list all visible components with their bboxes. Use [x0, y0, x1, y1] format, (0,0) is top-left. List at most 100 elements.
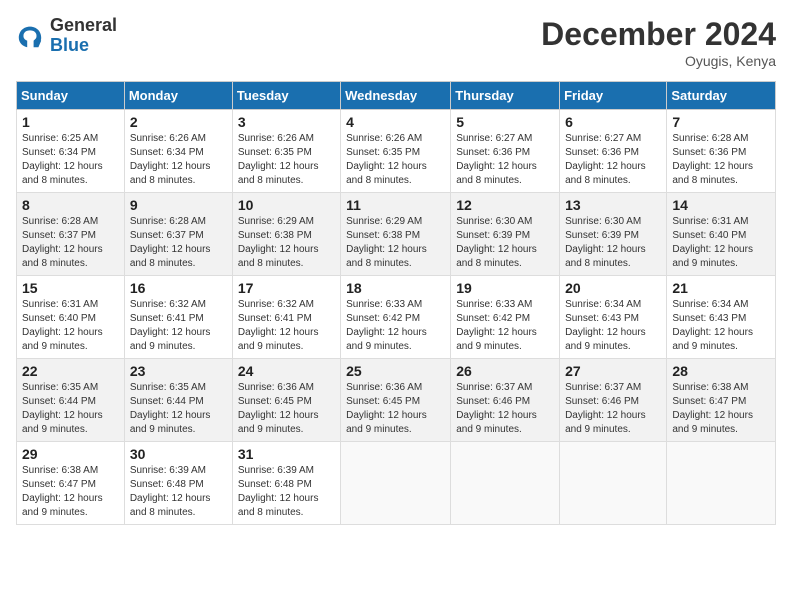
calendar-day-cell: 28 Sunrise: 6:38 AMSunset: 6:47 PMDayligh…: [667, 359, 776, 442]
calendar-day-cell: 1Sunrise: 6:25 AMSunset: 6:34 PMDaylight…: [17, 110, 125, 193]
day-info: Sunrise: 6:26 AMSunset: 6:35 PMDaylight:…: [346, 132, 445, 188]
day-info: Sunrise: 6:28 AMSunset: 6:37 PMDaylight:…: [130, 215, 227, 271]
calendar-day-cell: 2 Sunrise: 6:26 AMSunset: 6:34 PMDaylight…: [124, 110, 232, 193]
day-number: 14: [672, 197, 770, 213]
calendar-header-saturday: Saturday: [667, 82, 776, 110]
calendar-header-row: SundayMondayTuesdayWednesdayThursdayFrid…: [17, 82, 776, 110]
day-number: 26: [456, 363, 554, 379]
day-number: 24: [238, 363, 335, 379]
calendar-day-cell: 17Sunrise: 6:32 AMSunset: 6:41 PMDayligh…: [232, 276, 340, 359]
calendar-day-cell: 3 Sunrise: 6:26 AMSunset: 6:35 PMDaylight…: [232, 110, 340, 193]
calendar-week-row: 22Sunrise: 6:35 AMSunset: 6:44 PMDayligh…: [17, 359, 776, 442]
logo-icon: [16, 22, 44, 50]
day-number: 4: [346, 114, 445, 130]
day-number: 15: [22, 280, 119, 296]
day-info: Sunrise: 6:31 AMSunset: 6:40 PMDaylight:…: [672, 215, 770, 271]
calendar-day-cell: 16 Sunrise: 6:32 AMSunset: 6:41 PMDayligh…: [124, 276, 232, 359]
calendar-day-cell: 14 Sunrise: 6:31 AMSunset: 6:40 PMDayligh…: [667, 193, 776, 276]
location: Oyugis, Kenya: [541, 53, 776, 69]
day-number: 27: [565, 363, 661, 379]
day-number: 5: [456, 114, 554, 130]
day-number: 11: [346, 197, 445, 213]
day-info: Sunrise: 6:36 AMSunset: 6:45 PMDaylight:…: [346, 381, 445, 437]
calendar-day-cell: 8 Sunrise: 6:28 AMSunset: 6:37 PMDaylight…: [17, 193, 125, 276]
day-info: Sunrise: 6:33 AMSunset: 6:42 PMDaylight:…: [456, 298, 554, 354]
calendar-day-cell: [667, 442, 776, 525]
calendar-day-cell: 13 Sunrise: 6:30 AMSunset: 6:39 PMDayligh…: [560, 193, 667, 276]
calendar-day-cell: 20 Sunrise: 6:34 AMSunset: 6:43 PMDayligh…: [560, 276, 667, 359]
day-number: 21: [672, 280, 770, 296]
calendar-day-cell: 18 Sunrise: 6:33 AMSunset: 6:42 PMDayligh…: [341, 276, 451, 359]
calendar-day-cell: 4 Sunrise: 6:26 AMSunset: 6:35 PMDaylight…: [341, 110, 451, 193]
calendar-week-row: 1Sunrise: 6:25 AMSunset: 6:34 PMDaylight…: [17, 110, 776, 193]
calendar-header-wednesday: Wednesday: [341, 82, 451, 110]
calendar-header-thursday: Thursday: [451, 82, 560, 110]
day-info: Sunrise: 6:32 AMSunset: 6:41 PMDaylight:…: [130, 298, 227, 354]
day-number: 9: [130, 197, 227, 213]
day-info: Sunrise: 6:30 AMSunset: 6:39 PMDaylight:…: [565, 215, 661, 271]
calendar-day-cell: 6 Sunrise: 6:27 AMSunset: 6:36 PMDaylight…: [560, 110, 667, 193]
day-info: Sunrise: 6:31 AMSunset: 6:40 PMDaylight:…: [22, 298, 119, 354]
day-info: Sunrise: 6:35 AMSunset: 6:44 PMDaylight:…: [22, 381, 119, 437]
calendar-header-friday: Friday: [560, 82, 667, 110]
calendar-day-cell: 12Sunrise: 6:30 AMSunset: 6:39 PMDayligh…: [451, 193, 560, 276]
day-info: Sunrise: 6:32 AMSunset: 6:41 PMDaylight:…: [238, 298, 335, 354]
day-info: Sunrise: 6:36 AMSunset: 6:45 PMDaylight:…: [238, 381, 335, 437]
day-number: 23: [130, 363, 227, 379]
page-header: General Blue December 2024 Oyugis, Kenya: [16, 16, 776, 69]
calendar-table: SundayMondayTuesdayWednesdayThursdayFrid…: [16, 81, 776, 525]
day-number: 20: [565, 280, 661, 296]
calendar-day-cell: 31Sunrise: 6:39 AMSunset: 6:48 PMDayligh…: [232, 442, 340, 525]
calendar-day-cell: 22Sunrise: 6:35 AMSunset: 6:44 PMDayligh…: [17, 359, 125, 442]
day-info: Sunrise: 6:28 AMSunset: 6:36 PMDaylight:…: [672, 132, 770, 188]
calendar-day-cell: 23 Sunrise: 6:35 AMSunset: 6:44 PMDayligh…: [124, 359, 232, 442]
logo-text: General Blue: [50, 16, 117, 56]
day-number: 2: [130, 114, 227, 130]
calendar-day-cell: 26Sunrise: 6:37 AMSunset: 6:46 PMDayligh…: [451, 359, 560, 442]
calendar-day-cell: 5 Sunrise: 6:27 AMSunset: 6:36 PMDaylight…: [451, 110, 560, 193]
day-number: 31: [238, 446, 335, 462]
day-number: 6: [565, 114, 661, 130]
calendar-day-cell: 30 Sunrise: 6:39 AMSunset: 6:48 PMDayligh…: [124, 442, 232, 525]
calendar-day-cell: 25 Sunrise: 6:36 AMSunset: 6:45 PMDayligh…: [341, 359, 451, 442]
day-number: 19: [456, 280, 554, 296]
calendar-day-cell: 10Sunrise: 6:29 AMSunset: 6:38 PMDayligh…: [232, 193, 340, 276]
calendar-header-sunday: Sunday: [17, 82, 125, 110]
day-info: Sunrise: 6:37 AMSunset: 6:46 PMDaylight:…: [565, 381, 661, 437]
day-number: 18: [346, 280, 445, 296]
day-number: 3: [238, 114, 335, 130]
day-info: Sunrise: 6:28 AMSunset: 6:37 PMDaylight:…: [22, 215, 119, 271]
calendar-day-cell: 29Sunrise: 6:38 AMSunset: 6:47 PMDayligh…: [17, 442, 125, 525]
day-info: Sunrise: 6:39 AMSunset: 6:48 PMDaylight:…: [130, 464, 227, 520]
day-info: Sunrise: 6:35 AMSunset: 6:44 PMDaylight:…: [130, 381, 227, 437]
day-info: Sunrise: 6:33 AMSunset: 6:42 PMDaylight:…: [346, 298, 445, 354]
day-number: 13: [565, 197, 661, 213]
title-block: December 2024 Oyugis, Kenya: [541, 16, 776, 69]
calendar-day-cell: 24 Sunrise: 6:36 AMSunset: 6:45 PMDayligh…: [232, 359, 340, 442]
day-number: 8: [22, 197, 119, 213]
day-number: 30: [130, 446, 227, 462]
day-number: 16: [130, 280, 227, 296]
calendar-day-cell: 11Sunrise: 6:29 AMSunset: 6:38 PMDayligh…: [341, 193, 451, 276]
calendar-day-cell: 21Sunrise: 6:34 AMSunset: 6:43 PMDayligh…: [667, 276, 776, 359]
calendar-day-cell: 27 Sunrise: 6:37 AMSunset: 6:46 PMDayligh…: [560, 359, 667, 442]
calendar-day-cell: 15 Sunrise: 6:31 AMSunset: 6:40 PMDayligh…: [17, 276, 125, 359]
day-info: Sunrise: 6:38 AMSunset: 6:47 PMDaylight:…: [22, 464, 119, 520]
day-number: 25: [346, 363, 445, 379]
day-info: Sunrise: 6:26 AMSunset: 6:35 PMDaylight:…: [238, 132, 335, 188]
day-info: Sunrise: 6:27 AMSunset: 6:36 PMDaylight:…: [565, 132, 661, 188]
day-info: Sunrise: 6:38 AMSunset: 6:47 PMDaylight:…: [672, 381, 770, 437]
logo-general: General: [50, 16, 117, 36]
calendar-week-row: 15 Sunrise: 6:31 AMSunset: 6:40 PMDayligh…: [17, 276, 776, 359]
day-info: Sunrise: 6:26 AMSunset: 6:34 PMDaylight:…: [130, 132, 227, 188]
day-info: Sunrise: 6:27 AMSunset: 6:36 PMDaylight:…: [456, 132, 554, 188]
month-title: December 2024: [541, 16, 776, 53]
calendar-day-cell: [451, 442, 560, 525]
day-info: Sunrise: 6:25 AMSunset: 6:34 PMDaylight:…: [22, 132, 119, 188]
day-number: 10: [238, 197, 335, 213]
day-info: Sunrise: 6:34 AMSunset: 6:43 PMDaylight:…: [565, 298, 661, 354]
calendar-day-cell: [341, 442, 451, 525]
day-number: 28: [672, 363, 770, 379]
calendar-week-row: 8 Sunrise: 6:28 AMSunset: 6:37 PMDaylight…: [17, 193, 776, 276]
calendar-day-cell: 7Sunrise: 6:28 AMSunset: 6:36 PMDaylight…: [667, 110, 776, 193]
